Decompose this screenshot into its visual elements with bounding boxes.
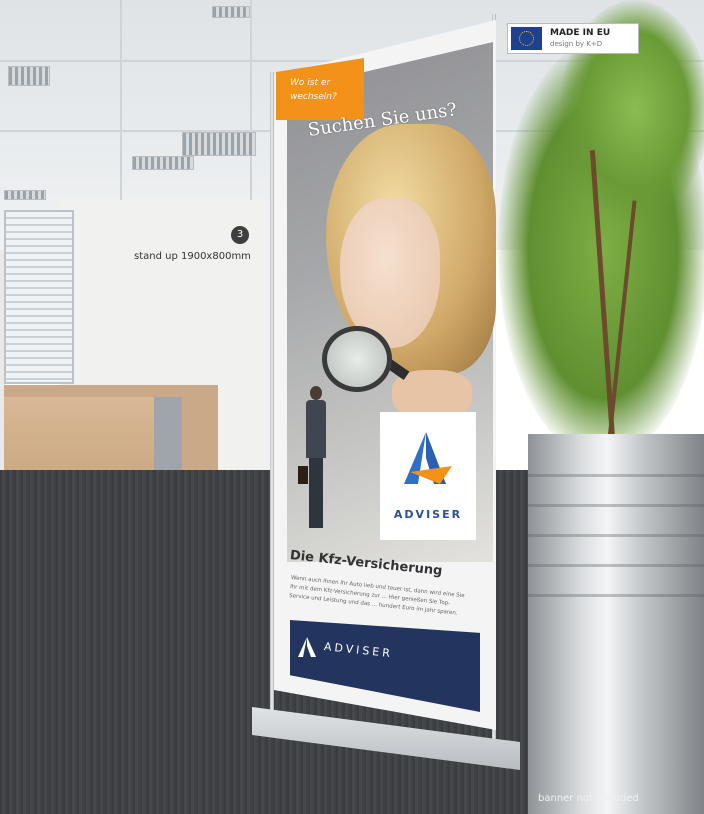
stand-pole-left <box>270 72 274 712</box>
window-blinds <box>4 210 74 384</box>
product-photo: Wo ist er wechseln? Suchen Sie uns? ADVI… <box>0 0 704 814</box>
magnifying-glass-icon <box>322 326 392 392</box>
eu-flag-icon <box>511 27 542 50</box>
item-caption: stand up 1900x800mm <box>134 251 251 262</box>
badge-title: MADE IN EU <box>550 28 611 38</box>
businessman-figure <box>298 386 328 528</box>
item-number-badge: 3 <box>231 226 249 244</box>
badge-subtitle: design by K+D <box>550 40 603 48</box>
tab-line-1: Wo ist er <box>290 78 331 88</box>
footer-logo-icon <box>298 637 316 657</box>
ceiling-vent <box>182 132 256 156</box>
ceiling-vent <box>8 66 50 86</box>
footnote-text: banner not included <box>538 793 639 804</box>
tab-line-2: wechseln? <box>290 92 337 102</box>
made-in-eu-badge: MADE IN EU design by K+D <box>507 23 639 54</box>
adviser-logo-icon <box>404 432 452 484</box>
ceiling-vent <box>132 156 194 170</box>
plant-pot <box>528 434 704 814</box>
ceiling-vent <box>212 6 250 18</box>
ceiling-vent <box>4 190 46 200</box>
logo-text: ADVISER <box>393 508 463 521</box>
